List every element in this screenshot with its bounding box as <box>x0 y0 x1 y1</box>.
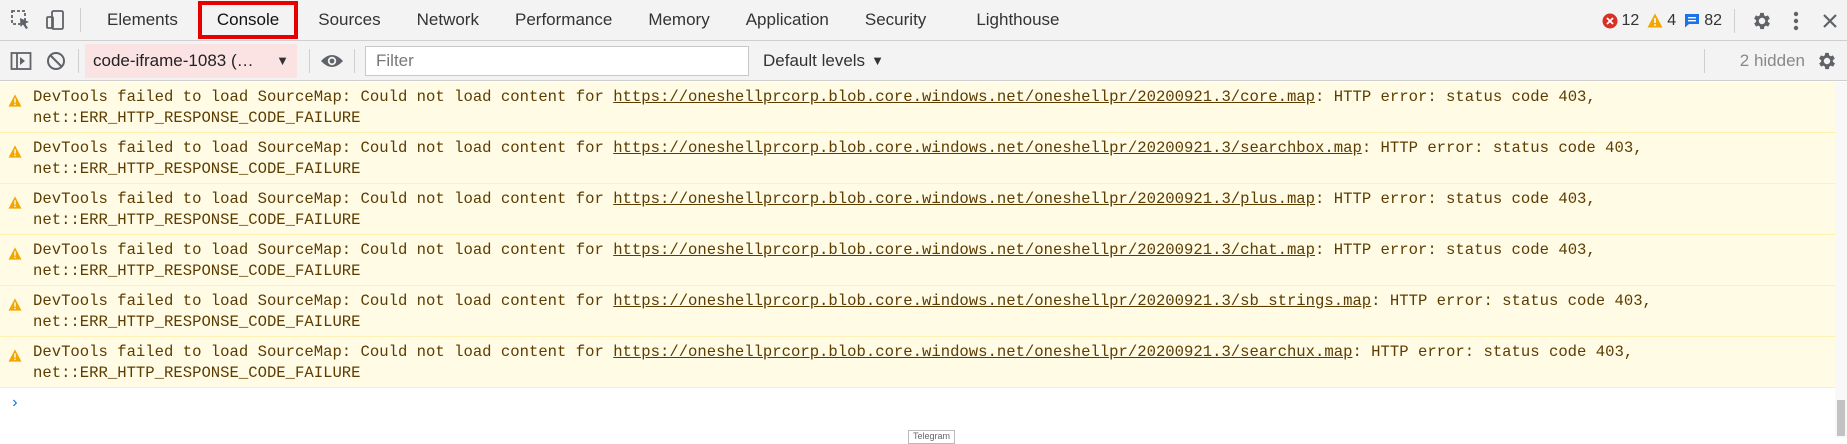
execution-context-value: code-iframe-1083 (… <box>93 51 254 71</box>
message-error-code: net::ERR_HTTP_RESPONSE_CODE_FAILURE <box>33 262 361 280</box>
warning-icon <box>8 297 22 318</box>
message-error: : HTTP error: status code 403, <box>1315 88 1596 106</box>
log-levels-dropdown[interactable]: Default levels ▼ <box>763 51 884 71</box>
console-warning-message: DevTools failed to load SourceMap: Could… <box>0 337 1835 388</box>
console-warning-message: DevTools failed to load SourceMap: Could… <box>0 184 1835 235</box>
console-prompt[interactable]: › <box>0 388 1835 418</box>
info-count-value: 82 <box>1704 12 1722 30</box>
warning-icon <box>8 144 22 165</box>
hidden-messages-count: 2 hidden <box>1740 51 1805 71</box>
sidebar-toggle-button[interactable] <box>7 47 35 75</box>
toolbar-separator <box>1704 49 1705 73</box>
device-toolbar-icon[interactable] <box>42 6 70 34</box>
console-warning-message: DevTools failed to load SourceMap: Could… <box>0 82 1835 133</box>
warning-count[interactable]: 4 <box>1647 12 1676 30</box>
message-error: : HTTP error: status code 403, <box>1315 241 1596 259</box>
message-error-code: net::ERR_HTTP_RESPONSE_CODE_FAILURE <box>33 313 361 331</box>
filter-input[interactable] <box>365 46 749 76</box>
tab-network[interactable]: Network <box>399 0 497 40</box>
customize-menu-button[interactable] <box>1779 4 1813 38</box>
tab-application[interactable]: Application <box>728 0 847 40</box>
message-error-code: net::ERR_HTTP_RESPONSE_CODE_FAILURE <box>33 160 361 178</box>
message-error: : HTTP error: status code 403, <box>1371 292 1652 310</box>
console-settings-button[interactable] <box>1811 45 1843 77</box>
source-map-link[interactable]: https://oneshellprcorp.blob.core.windows… <box>613 139 1362 157</box>
console-warning-message: DevTools failed to load SourceMap: Could… <box>0 133 1835 184</box>
tabbar-right-separator <box>1734 9 1735 33</box>
message-error: : HTTP error: status code 403, <box>1315 190 1596 208</box>
message-text: DevTools failed to load SourceMap: Could… <box>33 88 613 106</box>
panel-tabs: ElementsConsoleSourcesNetworkPerformance… <box>89 0 1078 40</box>
error-count[interactable]: 12 <box>1602 12 1640 30</box>
toolbar-separator <box>309 49 310 73</box>
tab-security[interactable]: Security <box>847 0 944 40</box>
message-error-code: net::ERR_HTTP_RESPONSE_CODE_FAILURE <box>33 109 361 127</box>
tab-memory[interactable]: Memory <box>630 0 727 40</box>
gear-icon <box>1816 50 1838 72</box>
warning-icon <box>1647 13 1663 28</box>
warning-icon <box>8 348 22 369</box>
inspect-element-icon[interactable] <box>7 6 35 34</box>
tab-elements[interactable]: Elements <box>89 0 196 40</box>
console-toolbar: code-iframe-1083 (… ▼ Default levels ▼ 2… <box>0 41 1847 81</box>
message-text: DevTools failed to load SourceMap: Could… <box>33 292 613 310</box>
kebab-menu-icon <box>1793 11 1799 31</box>
close-devtools-button[interactable] <box>1813 4 1847 38</box>
source-map-link[interactable]: https://oneshellprcorp.blob.core.windows… <box>613 88 1315 106</box>
source-map-link[interactable]: https://oneshellprcorp.blob.core.windows… <box>613 241 1315 259</box>
tabbar-separator <box>80 8 81 32</box>
toolbar-separator <box>78 49 79 73</box>
message-text: DevTools failed to load SourceMap: Could… <box>33 190 613 208</box>
console-warning-message: DevTools failed to load SourceMap: Could… <box>0 235 1835 286</box>
source-map-link[interactable]: https://oneshellprcorp.blob.core.windows… <box>613 343 1352 361</box>
message-text: DevTools failed to load SourceMap: Could… <box>33 241 613 259</box>
source-map-link[interactable]: https://oneshellprcorp.blob.core.windows… <box>613 292 1371 310</box>
warning-count-value: 4 <box>1667 12 1676 30</box>
tab-performance[interactable]: Performance <box>497 0 630 40</box>
warning-icon <box>8 195 22 216</box>
sidebar-toggle-icon <box>10 51 32 71</box>
message-text: DevTools failed to load SourceMap: Could… <box>33 343 613 361</box>
tab-console[interactable]: Console <box>198 1 298 39</box>
log-levels-label: Default levels <box>763 51 865 71</box>
warning-icon <box>8 93 22 114</box>
message-error: : HTTP error: status code 403, <box>1362 139 1643 157</box>
console-messages: DevTools failed to load SourceMap: Could… <box>0 82 1835 438</box>
message-error-code: net::ERR_HTTP_RESPONSE_CODE_FAILURE <box>33 211 361 229</box>
tab-lighthouse[interactable]: Lighthouse <box>958 0 1077 40</box>
tabbar-right-group: 12 4 82 <box>1602 0 1847 41</box>
error-icon <box>1602 13 1618 29</box>
close-icon <box>1822 13 1838 29</box>
dropdown-arrow-icon: ▼ <box>871 53 884 68</box>
clear-console-button[interactable] <box>42 47 70 75</box>
tab-sources[interactable]: Sources <box>300 0 398 40</box>
devtools-tabbar: ElementsConsoleSourcesNetworkPerformance… <box>0 0 1847 41</box>
dropdown-arrow-icon: ▼ <box>276 53 289 68</box>
scrollbar-thumb[interactable] <box>1837 400 1845 436</box>
error-count-value: 12 <box>1622 12 1640 30</box>
message-error-code: net::ERR_HTTP_RESPONSE_CODE_FAILURE <box>33 364 361 382</box>
console-warning-message: DevTools failed to load SourceMap: Could… <box>0 286 1835 337</box>
console-scrollbar[interactable] <box>1835 82 1847 438</box>
prompt-chevron-icon: › <box>10 394 20 412</box>
gear-icon <box>1751 10 1773 32</box>
info-icon <box>1684 13 1700 28</box>
settings-button[interactable] <box>1745 4 1779 38</box>
message-error: : HTTP error: status code 403, <box>1352 343 1633 361</box>
eye-icon <box>320 53 344 69</box>
source-map-link[interactable]: https://oneshellprcorp.blob.core.windows… <box>613 190 1315 208</box>
live-expression-button[interactable] <box>318 47 346 75</box>
toolbar-separator <box>354 49 355 73</box>
execution-context-select[interactable]: code-iframe-1083 (… ▼ <box>85 44 297 78</box>
warning-icon <box>8 246 22 267</box>
message-text: DevTools failed to load SourceMap: Could… <box>33 139 613 157</box>
telegram-tag: Telegram <box>908 430 955 444</box>
info-count[interactable]: 82 <box>1684 12 1722 30</box>
clear-console-icon <box>46 51 66 71</box>
